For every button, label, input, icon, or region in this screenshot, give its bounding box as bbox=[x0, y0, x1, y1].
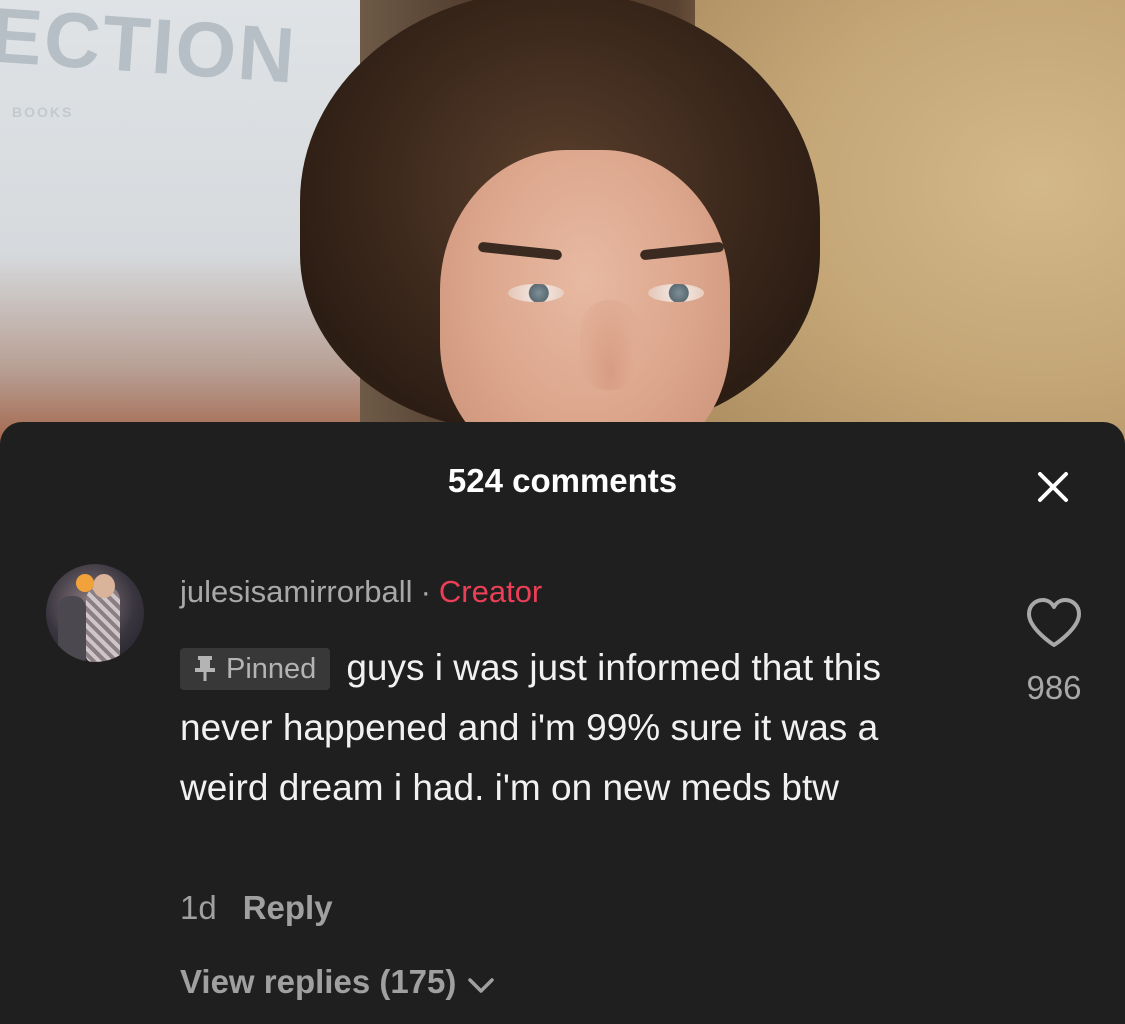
pin-icon bbox=[195, 656, 215, 681]
person-face bbox=[440, 150, 730, 460]
close-icon bbox=[1038, 472, 1068, 502]
avatar-head bbox=[93, 574, 115, 598]
creator-badge: Creator bbox=[438, 574, 543, 609]
avatar-emoji-badge bbox=[76, 574, 94, 592]
chevron-down-icon bbox=[468, 978, 495, 993]
comments-sheet: 524 comments julesisamirrorball · Creator bbox=[0, 422, 1125, 1024]
heart-outline-icon[interactable] bbox=[1024, 596, 1084, 650]
tiktok-comments-screen: ECTION BOOKS 524 comments julesisamirror… bbox=[0, 0, 1125, 1024]
reply-button[interactable]: Reply bbox=[243, 889, 333, 926]
pinned-label: Pinned bbox=[226, 653, 317, 685]
comment-actions: 1d Reply bbox=[180, 886, 333, 930]
comment-count-title: 524 comments bbox=[447, 462, 678, 499]
comment-meta: julesisamirrorball · Creator bbox=[180, 572, 542, 612]
view-replies-button[interactable]: View replies (175) bbox=[180, 960, 496, 1004]
left-eye bbox=[508, 284, 564, 302]
close-button[interactable] bbox=[1026, 460, 1080, 514]
video-frame[interactable]: ECTION BOOKS bbox=[0, 0, 1125, 460]
avatar-side-figure bbox=[58, 596, 86, 662]
person-nose bbox=[580, 300, 640, 390]
right-eye bbox=[648, 284, 704, 302]
view-replies-label: View replies (175) bbox=[180, 963, 457, 1000]
meta-separator: · bbox=[420, 574, 431, 609]
comment-text-block: Pinned guys i was just informed that this… bbox=[180, 638, 960, 818]
like-count: 986 bbox=[1026, 669, 1082, 706]
like-area: 986 bbox=[1006, 596, 1102, 708]
comment-username[interactable]: julesisamirrorball bbox=[180, 574, 413, 609]
comment-timestamp: 1d bbox=[180, 889, 217, 926]
comments-header: 524 comments bbox=[0, 422, 1125, 542]
pinned-tag: Pinned bbox=[180, 648, 331, 690]
avatar[interactable] bbox=[46, 564, 144, 662]
banner-subtext: BOOKS bbox=[12, 104, 74, 120]
